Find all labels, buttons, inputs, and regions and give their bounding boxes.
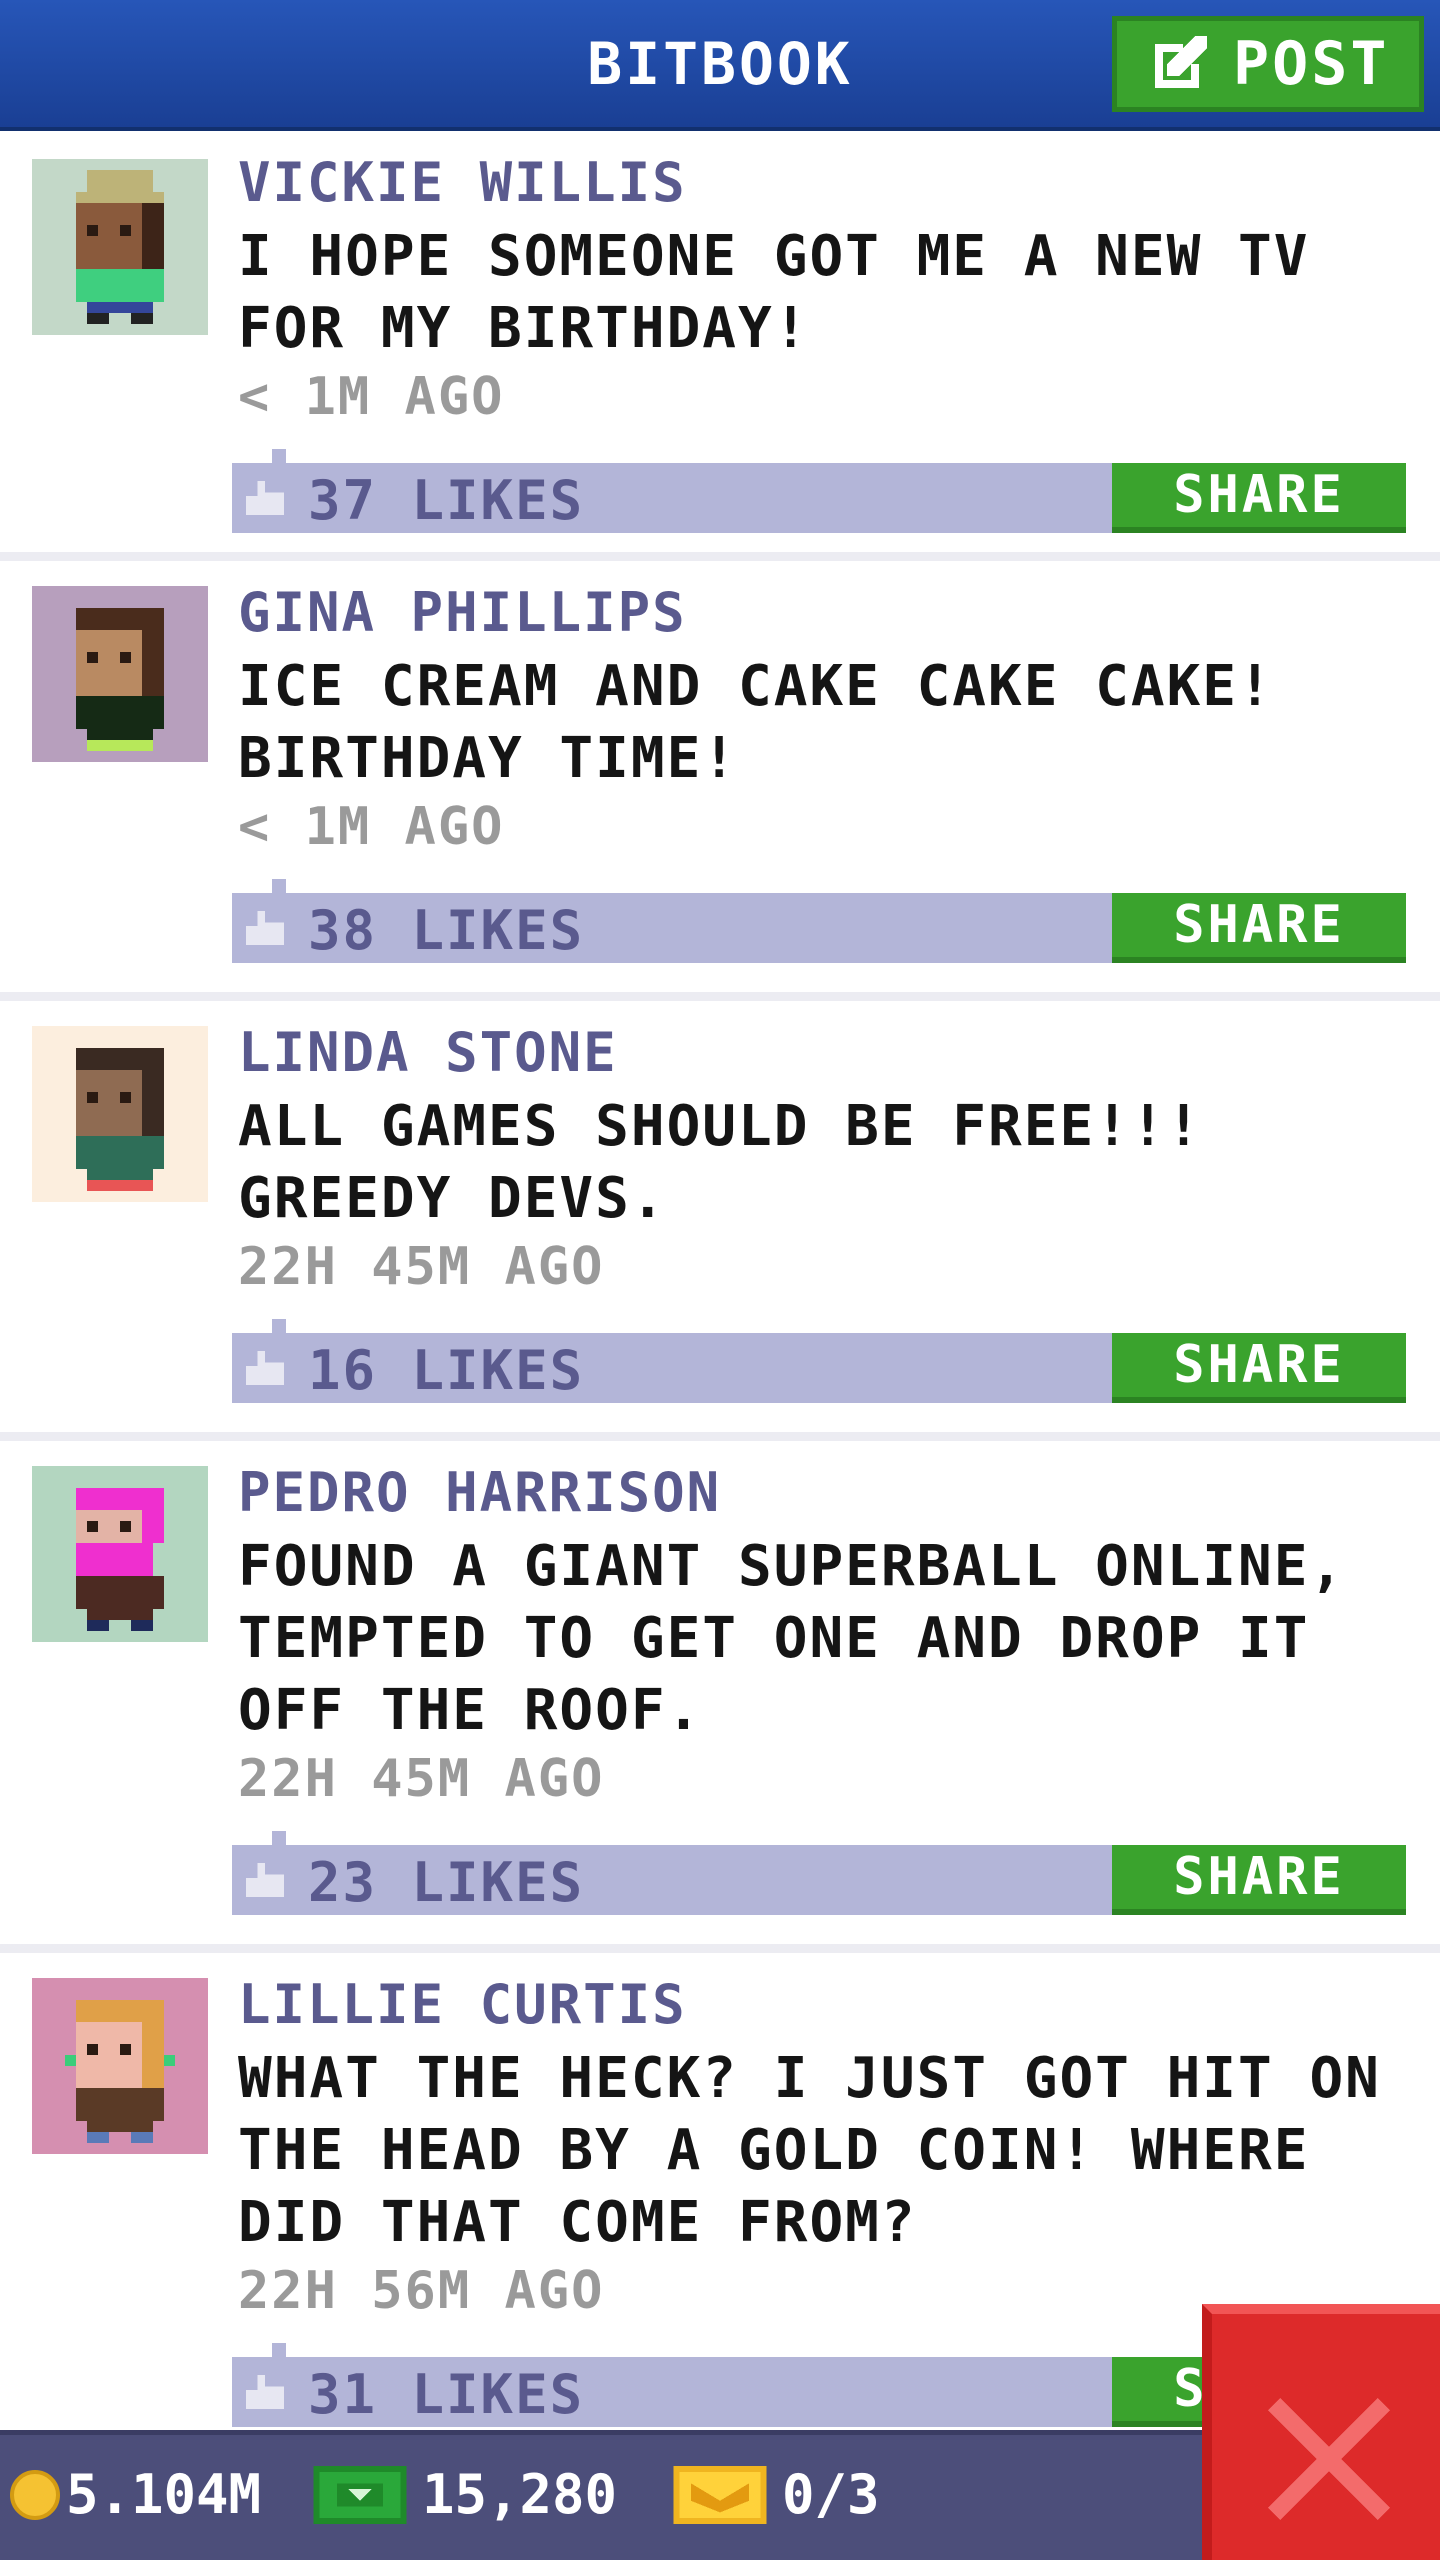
feed-post: PEDRO HARRISON FOUND A GIANT SUPERBALL O…: [0, 1441, 1440, 1953]
thumbs-up-icon[interactable]: [246, 1351, 284, 1385]
share-button[interactable]: SHARE: [1112, 893, 1406, 963]
feed-post: LINDA STONE ALL GAMES SHOULD BE FREE!!! …: [0, 1001, 1440, 1441]
post-time: 22H 45M AGO: [238, 1237, 605, 1297]
likes-count: 23 LIKES: [308, 1851, 585, 1914]
feed: VICKIE WILLIS I HOPE SOMEONE GOT ME A NE…: [0, 131, 1440, 2493]
post-message: ICE CREAM AND CAKE CAKE CAKE! BIRTHDAY T…: [238, 654, 1274, 791]
likes-count: 38 LIKES: [308, 899, 585, 962]
thumbs-up-icon[interactable]: [246, 911, 284, 945]
likes-count: 31 LIKES: [308, 2363, 585, 2426]
avatar-portrait-icon: [32, 1466, 208, 1642]
avatar-portrait-icon: [32, 1026, 208, 1202]
feed-post: VICKIE WILLIS I HOPE SOMEONE GOT ME A NE…: [0, 131, 1440, 561]
post-time: < 1M AGO: [238, 367, 505, 427]
avatar: [32, 1026, 208, 1202]
post-author[interactable]: LILLIE CURTIS: [238, 1973, 687, 2036]
thumbs-up-icon[interactable]: [246, 481, 284, 515]
coins-stat: 5.104M: [10, 2463, 261, 2526]
tickets-stat: 0/3: [672, 2463, 880, 2526]
post-actions-bar: 23 LIKES SHARE: [232, 1831, 1406, 1915]
post-message: WHAT THE HECK? I JUST GOT HIT ON THE HEA…: [238, 2046, 1381, 2255]
coins-value: 5.104M: [66, 2463, 262, 2526]
likes-count: 16 LIKES: [308, 1339, 585, 1402]
post-message: ALL GAMES SHOULD BE FREE!!! GREEDY DEVS.: [238, 1094, 1203, 1231]
post-author[interactable]: LINDA STONE: [238, 1021, 618, 1084]
post-time: 22H 56M AGO: [238, 2261, 605, 2321]
edit-icon: [1155, 36, 1207, 88]
likes-count: 37 LIKES: [308, 469, 585, 532]
bux-value: 15,280: [422, 2463, 618, 2526]
avatar-portrait-icon: [32, 159, 208, 335]
top-bar: BITBOOK POST: [0, 0, 1440, 131]
post-button[interactable]: POST: [1112, 16, 1424, 112]
post-message: I HOPE SOMEONE GOT ME A NEW TV FOR MY BI…: [238, 224, 1310, 361]
tickets-value: 0/3: [782, 2463, 880, 2526]
ticket-icon: [673, 2465, 767, 2524]
post-author[interactable]: VICKIE WILLIS: [238, 151, 687, 214]
coin-icon: [10, 2469, 60, 2520]
thumbs-up-icon[interactable]: [246, 2375, 284, 2409]
post-actions-bar: 16 LIKES SHARE: [232, 1319, 1406, 1403]
close-button[interactable]: [1202, 2304, 1440, 2560]
share-button[interactable]: SHARE: [1112, 1333, 1406, 1403]
post-author[interactable]: GINA PHILLIPS: [238, 581, 687, 644]
bux-stat: 15,280: [312, 2463, 617, 2526]
avatar-portrait-icon: [32, 586, 208, 762]
post-time: < 1M AGO: [238, 797, 505, 857]
close-icon: [1268, 2398, 1390, 2520]
share-button[interactable]: SHARE: [1112, 463, 1406, 533]
post-actions-bar: 37 LIKES SHARE: [232, 449, 1406, 533]
avatar-portrait-icon: [32, 1978, 208, 2154]
avatar: [32, 586, 208, 762]
feed-post: GINA PHILLIPS ICE CREAM AND CAKE CAKE CA…: [0, 561, 1440, 1001]
thumbs-up-icon[interactable]: [246, 1863, 284, 1897]
bux-icon: [313, 2465, 407, 2524]
avatar: [32, 159, 208, 335]
post-author[interactable]: PEDRO HARRISON: [238, 1461, 721, 1524]
post-actions-bar: 38 LIKES SHARE: [232, 879, 1406, 963]
avatar: [32, 1978, 208, 2154]
post-message: FOUND A GIANT SUPERBALL ONLINE, TEMPTED …: [238, 1534, 1346, 1743]
post-button-label: POST: [1233, 29, 1390, 99]
avatar: [32, 1466, 208, 1642]
post-time: 22H 45M AGO: [238, 1749, 605, 1809]
share-button[interactable]: SHARE: [1112, 1845, 1406, 1915]
